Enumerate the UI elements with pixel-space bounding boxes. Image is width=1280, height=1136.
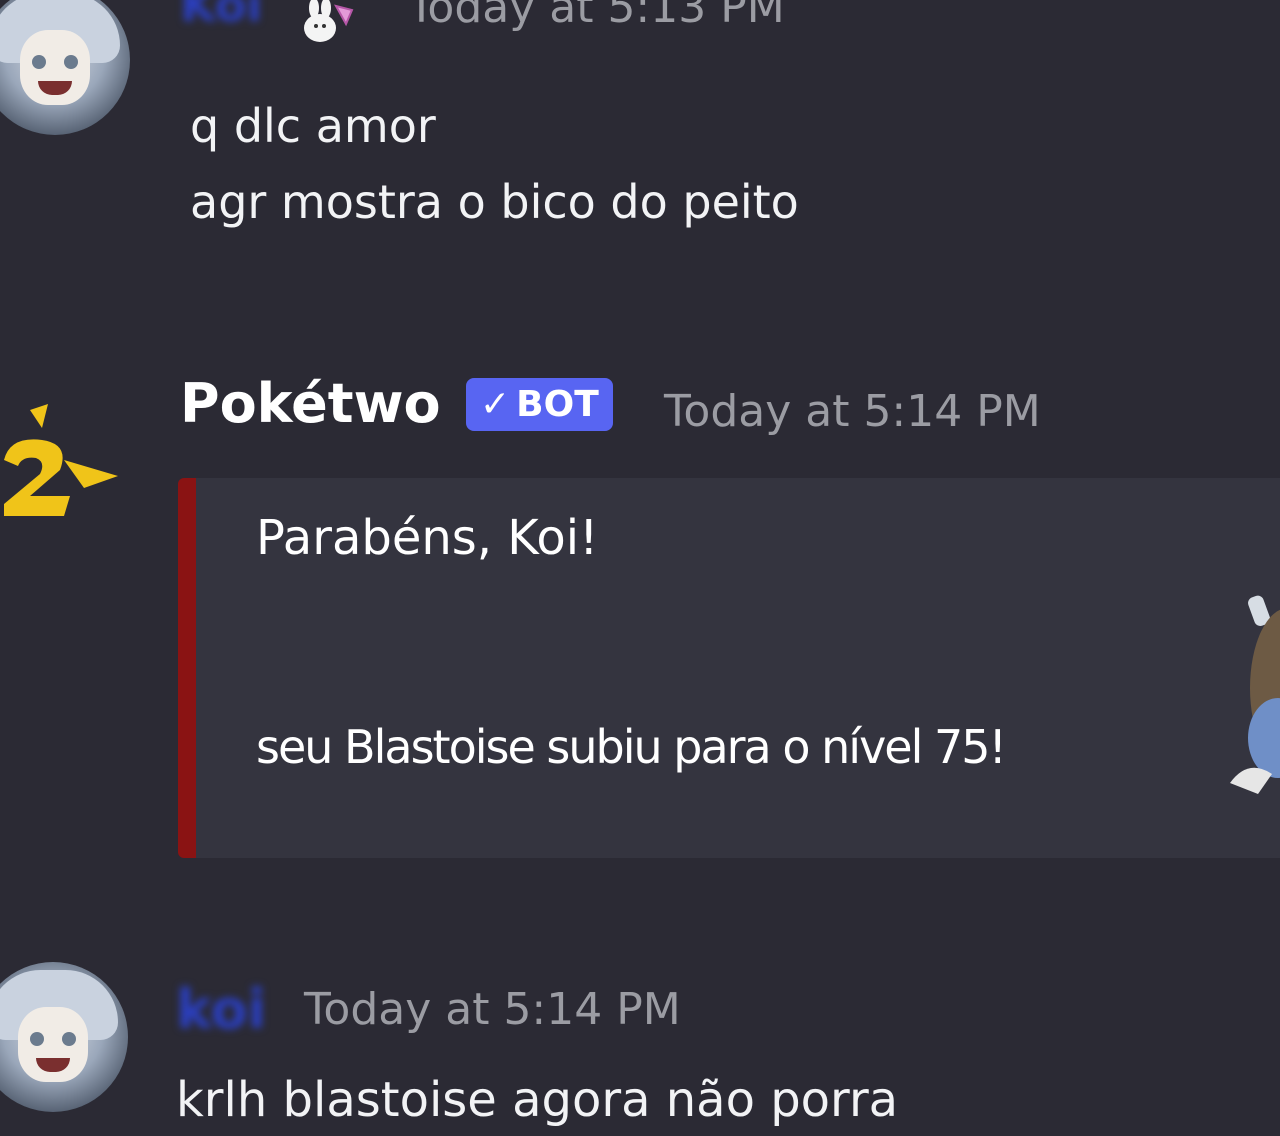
message-timestamp[interactable]: Today at 5:14 PM: [664, 386, 1041, 437]
username-koi[interactable]: koi: [176, 978, 266, 1041]
rabbit-sticker-icon: [304, 0, 354, 42]
avatar-eye: [62, 1032, 76, 1046]
message-line: agr mostra o bico do peito: [190, 175, 799, 229]
user-avatar-koi[interactable]: [0, 962, 128, 1112]
bot-badge: ✓ BOT: [466, 378, 613, 431]
poketwo-logo-icon[interactable]: [0, 400, 120, 530]
user-avatar-koi[interactable]: [0, 0, 130, 135]
avatar-eye: [30, 1032, 44, 1046]
username-koi[interactable]: Koi: [180, 0, 262, 32]
avatar-eye: [64, 55, 78, 69]
embed-title: Parabéns, Koi!: [256, 510, 599, 566]
embed-description: seu Blastoise subiu para o nível 75!: [256, 720, 1007, 774]
username-poketwo[interactable]: Pokétwo: [180, 372, 441, 435]
blastoise-thumbnail-icon: [1230, 595, 1280, 794]
avatar-eye: [32, 55, 46, 69]
message-timestamp[interactable]: Today at 5:14 PM: [304, 984, 681, 1035]
message-line: krlh blastoise agora não porra: [176, 1072, 899, 1128]
message-line: q dlc amor: [190, 99, 436, 153]
message-timestamp[interactable]: Today at 5:13 PM: [408, 0, 785, 33]
check-icon: ✓: [480, 384, 511, 425]
chat-log: Koi Today at 5:13 PM q dlc amor agr most…: [0, 0, 1280, 1136]
bot-badge-label: BOT: [516, 384, 599, 425]
level-up-embed: Parabéns, Koi! seu Blastoise subiu para …: [178, 478, 1280, 858]
